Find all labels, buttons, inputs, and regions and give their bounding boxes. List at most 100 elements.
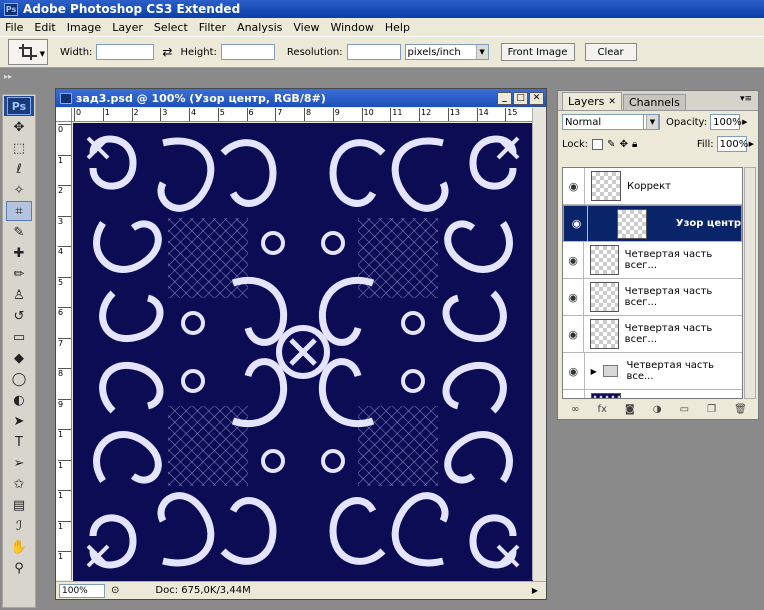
ruler-origin[interactable] (56, 108, 72, 122)
zoom-tool-icon[interactable]: ⚲ (6, 558, 32, 578)
menu-item-view[interactable]: View (288, 21, 325, 34)
layer-row[interactable]: ◉ Коррект (563, 168, 742, 205)
ruler-tick-label: 9 (58, 398, 71, 409)
layer-row[interactable]: ◉ ▶ Четвертая часть все... (563, 353, 742, 390)
layer-row[interactable]: ◉ Узор центр (563, 205, 742, 242)
ruler-tick-label: 12 (419, 108, 431, 121)
layer-row[interactable]: ◉ Четвертая часть всег... (563, 279, 742, 316)
layer-row[interactable]: Layer 1 (563, 390, 742, 398)
lace-pattern-image (73, 123, 533, 581)
opacity-field[interactable]: 100% (710, 114, 742, 130)
tool-preset-picker[interactable]: ▼ (8, 39, 48, 65)
visibility-eye-icon[interactable]: ◉ (563, 168, 585, 204)
expand-group-icon[interactable]: ▶ (591, 367, 597, 376)
panel-menu-icon[interactable]: ▾≡ (740, 94, 752, 104)
resolution-units-select[interactable]: pixels/inch ▼ (404, 44, 489, 60)
blend-mode-value: Normal (565, 116, 602, 128)
lock-transparency-icon[interactable] (592, 138, 604, 150)
document-canvas[interactable] (73, 123, 533, 581)
visibility-eye-icon[interactable]: ◉ (563, 316, 584, 352)
healing-brush-tool-icon[interactable]: ✚ (6, 243, 32, 263)
swap-dimensions-icon[interactable]: ⇄ (162, 45, 172, 59)
maximize-button[interactable]: □ (513, 91, 528, 105)
close-button[interactable]: ✕ (529, 91, 544, 105)
status-menu-icon[interactable]: ⊙ (111, 585, 119, 596)
crop-tool-icon[interactable]: ⌗ (6, 201, 32, 221)
minimize-button[interactable]: _ (497, 91, 512, 105)
ruler-tick-label: 8 (58, 368, 71, 378)
blend-mode-select[interactable]: Normal ▼ (562, 114, 660, 130)
chevron-right-icon[interactable]: ▶ (749, 140, 754, 148)
delete-layer-icon[interactable]: 🗑︎ (734, 404, 747, 415)
ruler-tick-label: 0 (74, 108, 81, 121)
document-title: зад3.psd @ 100% (Узор центр, RGB/8#) (76, 91, 326, 105)
layer-style-icon[interactable]: fx (597, 404, 606, 415)
status-arrow-icon[interactable]: ▶ (532, 586, 538, 595)
slice-tool-icon[interactable]: ✎ (6, 222, 32, 242)
visibility-eye-icon[interactable]: ◉ (566, 205, 588, 242)
new-layer-icon[interactable]: ❐ (707, 404, 716, 415)
lock-pixels-icon[interactable]: ✎ (607, 139, 615, 150)
ruler-tick-label: 6 (58, 307, 71, 317)
ruler-tick-label: 2 (58, 185, 71, 195)
visibility-eye-icon[interactable]: ◉ (563, 242, 584, 278)
blur-tool-icon[interactable]: ◯ (6, 369, 32, 389)
ruler-tick-label: 13 (447, 108, 460, 121)
layer-row[interactable]: ◉ Четвертая часть всег... (563, 242, 742, 279)
ruler-tick-label: 2 (131, 108, 139, 121)
layer-row[interactable]: ◉ Четвертая часть всег... (563, 316, 742, 353)
layer-mask-icon[interactable]: ◙ (625, 404, 635, 415)
zoom-level-field[interactable]: 100% (59, 583, 105, 598)
front-image-button[interactable]: Front Image (500, 43, 575, 61)
menu-item-filter[interactable]: Filter (194, 21, 232, 34)
visibility-eye-icon[interactable] (563, 390, 585, 398)
resolution-input[interactable] (346, 44, 401, 60)
height-input[interactable] (220, 44, 275, 60)
lasso-tool-icon[interactable]: ℓ (6, 159, 32, 179)
clone-stamp-tool-icon[interactable]: ♙ (6, 285, 32, 305)
direct-selection-tool-icon[interactable]: ➢ (6, 453, 32, 473)
chevron-right-icon[interactable]: ▶ (742, 118, 747, 126)
lock-position-icon[interactable]: ✥ (620, 139, 628, 150)
move-tool-icon[interactable]: ✥ (6, 117, 32, 137)
lock-all-icon[interactable]: 🔒︎ (632, 139, 637, 150)
clear-button[interactable]: Clear (584, 43, 637, 61)
tab-channels[interactable]: Channels (622, 94, 686, 110)
close-icon[interactable]: ✕ (608, 97, 616, 107)
menu-item-select[interactable]: Select (149, 21, 194, 34)
visibility-eye-icon[interactable]: ◉ (563, 279, 584, 315)
new-group-icon[interactable]: ▭ (680, 404, 689, 415)
marquee-tool-icon[interactable]: ⬚ (6, 138, 32, 158)
menu-item-layer[interactable]: Layer (107, 21, 149, 34)
adjustment-layer-icon[interactable]: ◑ (653, 404, 662, 415)
layers-scrollbar[interactable] (744, 167, 756, 399)
menu-item-file[interactable]: File (0, 21, 29, 34)
menu-item-image[interactable]: Image (62, 21, 107, 34)
menu-item-analysis[interactable]: Analysis (232, 21, 288, 34)
hand-tool-icon[interactable]: ✋ (6, 537, 32, 557)
eyedropper-tool-icon[interactable]: ℐ (6, 516, 32, 536)
vertical-ruler: 0 1 2 3 4 5 6 7 8 9 1 1 1 1 1 (56, 122, 72, 580)
panel-collapse-icon[interactable]: ▸▸ (4, 72, 12, 81)
tab-layers[interactable]: Layers ✕ (562, 92, 622, 110)
magic-wand-tool-icon[interactable]: ✧ (6, 180, 32, 200)
width-input[interactable] (96, 44, 155, 60)
visibility-eye-icon[interactable]: ◉ (563, 353, 585, 389)
menu-item-window[interactable]: Window (325, 21, 379, 34)
paint-bucket-tool-icon[interactable]: ◆ (6, 348, 32, 368)
ruler-tick-label: 5 (58, 276, 71, 287)
dodge-tool-icon[interactable]: ◐ (6, 390, 32, 410)
custom-shape-tool-icon[interactable]: ✩ (6, 474, 32, 494)
eraser-tool-icon[interactable]: ▭ (6, 327, 32, 347)
type-tool-icon[interactable]: T (6, 432, 32, 452)
path-selection-tool-icon[interactable]: ➤ (6, 411, 32, 431)
brush-tool-icon[interactable]: ✏ (6, 264, 32, 284)
notes-tool-icon[interactable]: ▤ (6, 495, 32, 515)
link-layers-icon[interactable]: ∞ (571, 404, 579, 415)
fill-field[interactable]: 100% (716, 136, 748, 152)
vertical-scrollbar[interactable] (532, 108, 546, 580)
history-brush-tool-icon[interactable]: ↺ (6, 306, 32, 326)
menu-item-edit[interactable]: Edit (29, 21, 61, 34)
menu-item-help[interactable]: Help (380, 21, 416, 34)
ruler-tick-label: 1 (58, 520, 71, 531)
